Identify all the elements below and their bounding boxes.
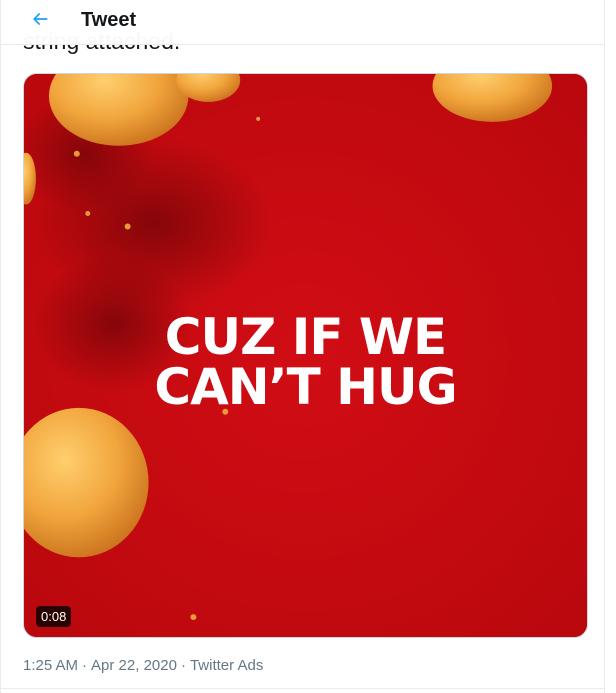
meta-separator: · xyxy=(82,657,88,674)
video-overlay-text: CUZ IF WE CAN’T HUG xyxy=(24,312,587,412)
divider xyxy=(1,688,604,689)
tweet-date[interactable]: Apr 22, 2020 xyxy=(91,657,177,674)
column-border-left xyxy=(0,0,1,693)
tweet-time[interactable]: 1:25 AM xyxy=(23,657,78,674)
back-button[interactable] xyxy=(23,4,57,38)
tweet-page: string attached. Tweet xyxy=(0,0,616,693)
arrow-left-icon xyxy=(30,9,50,34)
top-header: Tweet xyxy=(1,0,604,45)
overlay-line-1: CUZ IF WE xyxy=(164,308,447,366)
tweet-meta: 1:25 AM · Apr 22, 2020 · Twitter Ads xyxy=(23,656,263,676)
video-duration-badge: 0:08 xyxy=(36,606,72,627)
column-border-right xyxy=(604,0,605,693)
tweet-source-link[interactable]: Twitter Ads xyxy=(190,657,263,674)
overlay-line-2: CAN’T HUG xyxy=(154,358,457,416)
page-title: Tweet xyxy=(81,9,137,31)
meta-separator: · xyxy=(180,657,186,674)
video-player[interactable]: CUZ IF WE CAN’T HUG 0:08 xyxy=(23,73,588,638)
